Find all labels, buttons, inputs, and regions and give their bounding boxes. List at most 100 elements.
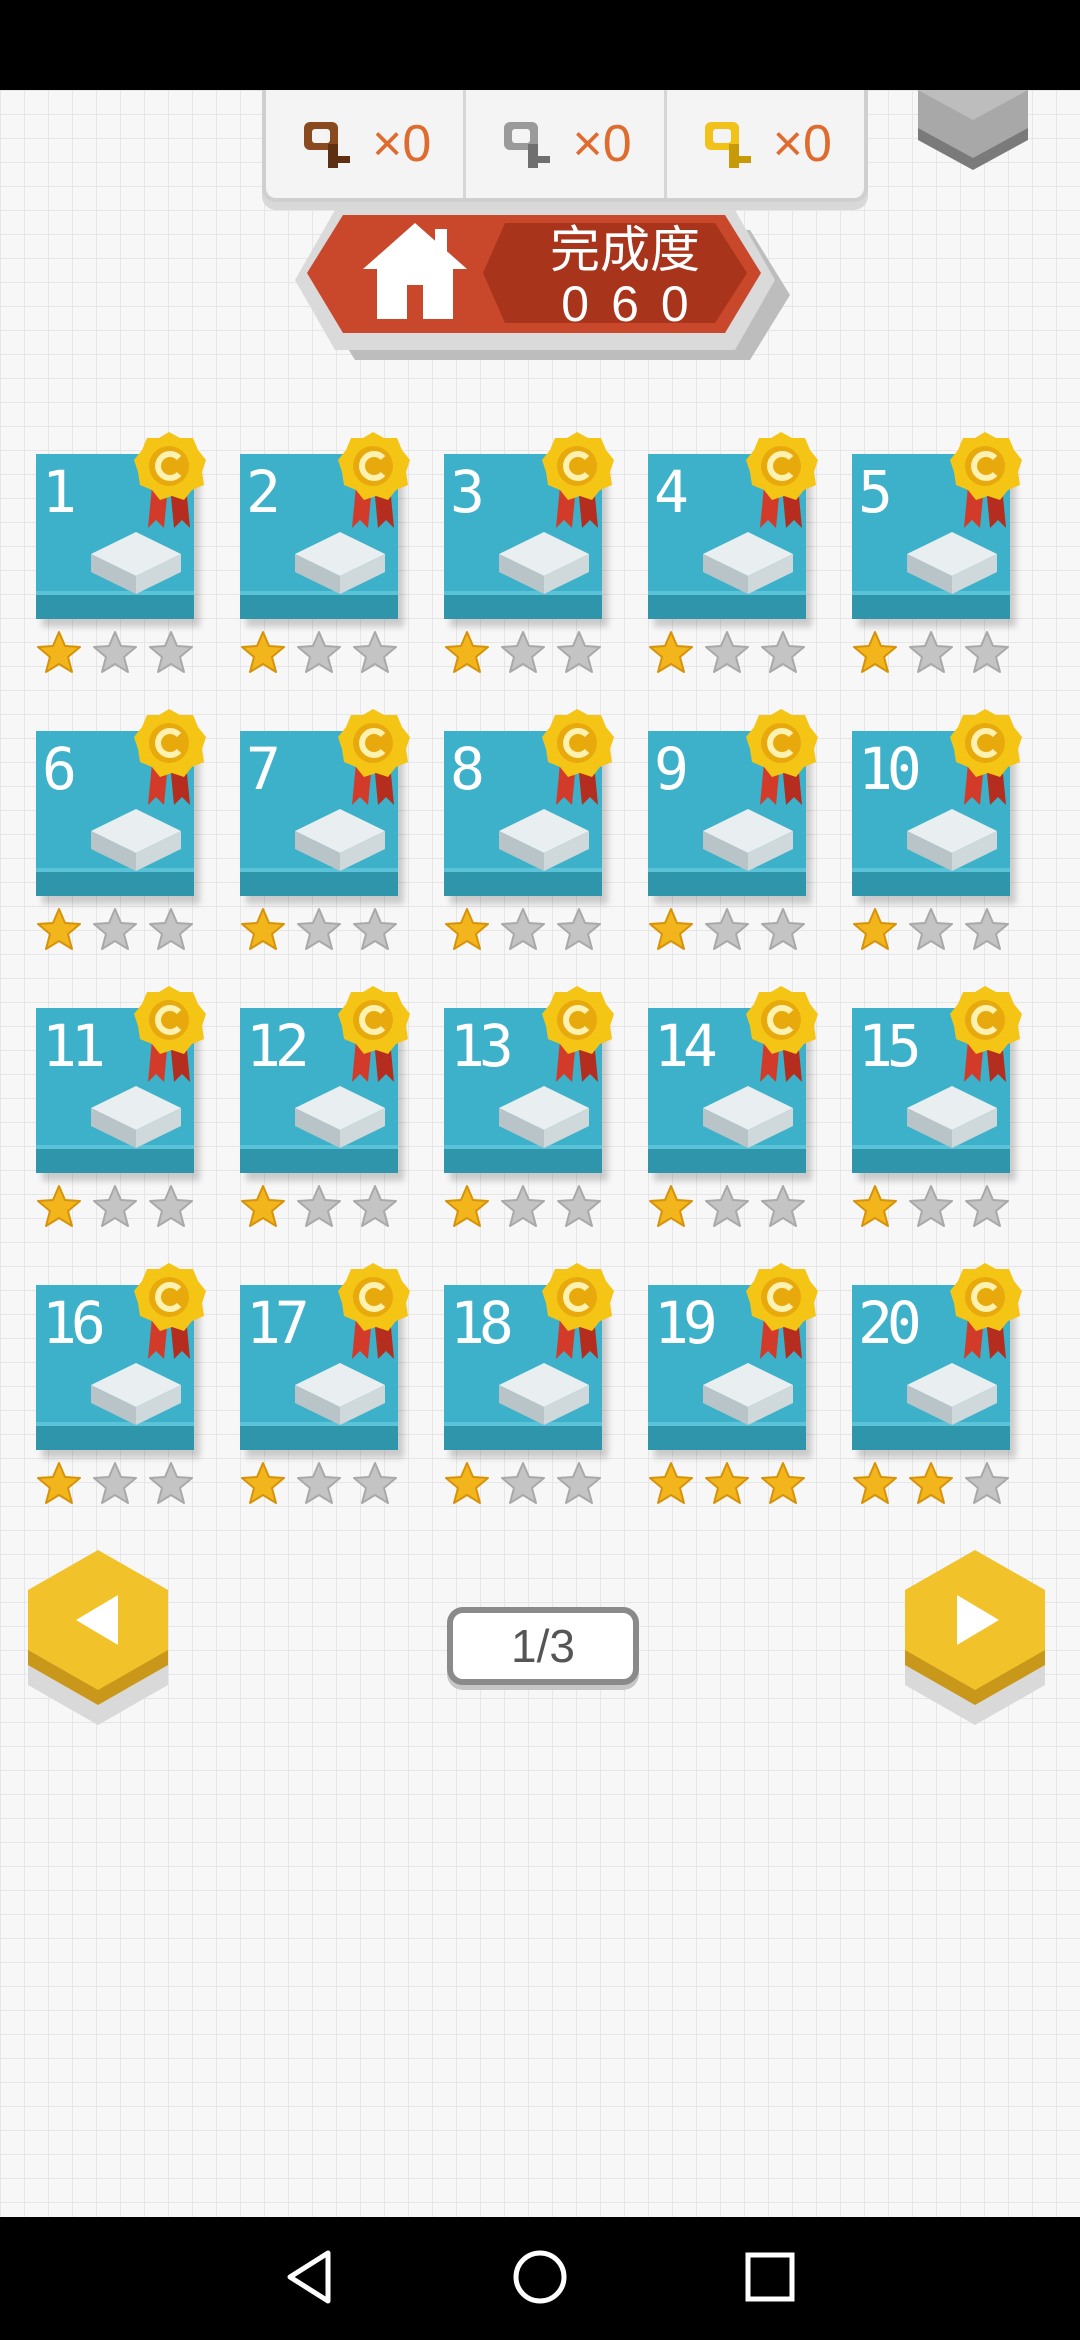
gold-key-icon — [699, 116, 759, 172]
star-empty-icon — [556, 907, 602, 951]
level-tile[interactable]: 19 — [648, 1261, 852, 1538]
level-number: 19 — [654, 1289, 718, 1357]
star-filled-icon — [36, 907, 82, 951]
medal-badge-icon — [950, 432, 1022, 528]
star-empty-icon — [704, 630, 750, 674]
level-tile[interactable]: 17 — [240, 1261, 444, 1538]
medal-badge-icon — [542, 709, 614, 805]
star-empty-icon — [964, 1461, 1010, 1505]
level-row: 16 17 18 19 20 — [36, 1261, 1056, 1538]
level-row: 1 2 3 4 5 — [36, 430, 1056, 707]
star-empty-icon — [760, 1184, 806, 1228]
star-empty-icon — [964, 907, 1010, 951]
level-tile[interactable]: 13 — [444, 984, 648, 1261]
star-filled-icon — [648, 1461, 694, 1505]
medal-badge-icon — [542, 986, 614, 1082]
star-empty-icon — [352, 1184, 398, 1228]
star-empty-icon — [908, 630, 954, 674]
level-tile[interactable]: 7 — [240, 707, 444, 984]
gold-key-count: ×0 — [772, 115, 832, 173]
star-filled-icon — [908, 1461, 954, 1505]
medal-badge-icon — [338, 432, 410, 528]
star-empty-icon — [148, 1184, 194, 1228]
star-rating — [36, 1184, 194, 1228]
star-filled-icon — [444, 907, 490, 951]
star-empty-icon — [352, 1461, 398, 1505]
level-tile[interactable]: 5 — [852, 430, 1056, 707]
level-tile[interactable]: 20 — [852, 1261, 1056, 1538]
status-bar — [0, 0, 1080, 90]
star-empty-icon — [556, 1184, 602, 1228]
star-empty-icon — [148, 907, 194, 951]
level-tile[interactable]: 4 — [648, 430, 852, 707]
level-tile[interactable]: 18 — [444, 1261, 648, 1538]
star-empty-icon — [500, 630, 546, 674]
medal-badge-icon — [542, 432, 614, 528]
level-tile[interactable]: 15 — [852, 984, 1056, 1261]
level-number: 18 — [450, 1289, 514, 1357]
progress-label: 完成度 — [550, 222, 700, 278]
level-number: 6 — [42, 735, 77, 803]
level-tile[interactable]: 10 — [852, 707, 1056, 984]
level-number: 20 — [858, 1289, 922, 1357]
home-circle-icon[interactable] — [510, 2245, 570, 2309]
settings-hex-button[interactable] — [908, 90, 1038, 180]
silver-key-icon — [498, 116, 558, 172]
level-tile[interactable]: 2 — [240, 430, 444, 707]
level-number: 7 — [246, 735, 281, 803]
star-filled-icon — [648, 907, 694, 951]
medal-badge-icon — [134, 709, 206, 805]
level-number: 15 — [858, 1012, 922, 1080]
star-filled-icon — [36, 1184, 82, 1228]
level-row: 11 12 13 14 15 — [36, 984, 1056, 1261]
level-number: 17 — [246, 1289, 310, 1357]
level-tile[interactable]: 6 — [36, 707, 240, 984]
star-empty-icon — [296, 1184, 342, 1228]
star-filled-icon — [760, 1461, 806, 1505]
page-indicator: 1/3 — [447, 1607, 639, 1685]
star-empty-icon — [92, 630, 138, 674]
level-number: 4 — [654, 458, 689, 526]
level-tile[interactable]: 9 — [648, 707, 852, 984]
home-icon[interactable] — [355, 215, 475, 325]
star-empty-icon — [964, 1184, 1010, 1228]
star-rating — [852, 1461, 1010, 1505]
level-tile[interactable]: 11 — [36, 984, 240, 1261]
level-tile[interactable]: 16 — [36, 1261, 240, 1538]
star-empty-icon — [556, 1461, 602, 1505]
level-tile[interactable]: 3 — [444, 430, 648, 707]
star-rating — [648, 630, 806, 674]
star-rating — [852, 1184, 1010, 1228]
star-empty-icon — [296, 907, 342, 951]
level-tile[interactable]: 8 — [444, 707, 648, 984]
star-rating — [240, 1184, 398, 1228]
next-page-button[interactable] — [895, 1545, 1065, 1745]
back-icon[interactable] — [282, 2245, 338, 2309]
level-select-screen: ×0 ×0 ×0 完成度 060 1 2 3 4 5 6 7 8 9 10 11… — [0, 90, 1080, 2217]
level-number: 1 — [42, 458, 77, 526]
star-filled-icon — [648, 1184, 694, 1228]
star-filled-icon — [444, 630, 490, 674]
star-rating — [852, 907, 1010, 951]
level-tile[interactable]: 1 — [36, 430, 240, 707]
star-empty-icon — [760, 907, 806, 951]
level-number: 11 — [42, 1012, 106, 1080]
star-rating — [852, 630, 1010, 674]
medal-badge-icon — [134, 432, 206, 528]
star-filled-icon — [240, 1184, 286, 1228]
level-tile[interactable]: 12 — [240, 984, 444, 1261]
star-filled-icon — [704, 1461, 750, 1505]
silver-key-count: ×0 — [572, 115, 632, 173]
previous-page-button[interactable] — [18, 1545, 188, 1745]
recents-icon[interactable] — [742, 2245, 798, 2309]
star-filled-icon — [852, 630, 898, 674]
star-filled-icon — [648, 630, 694, 674]
level-number: 3 — [450, 458, 485, 526]
star-empty-icon — [92, 1461, 138, 1505]
level-tile[interactable]: 14 — [648, 984, 852, 1261]
star-rating — [444, 630, 602, 674]
level-number: 8 — [450, 735, 485, 803]
medal-badge-icon — [542, 1263, 614, 1359]
star-empty-icon — [908, 1184, 954, 1228]
star-filled-icon — [444, 1184, 490, 1228]
